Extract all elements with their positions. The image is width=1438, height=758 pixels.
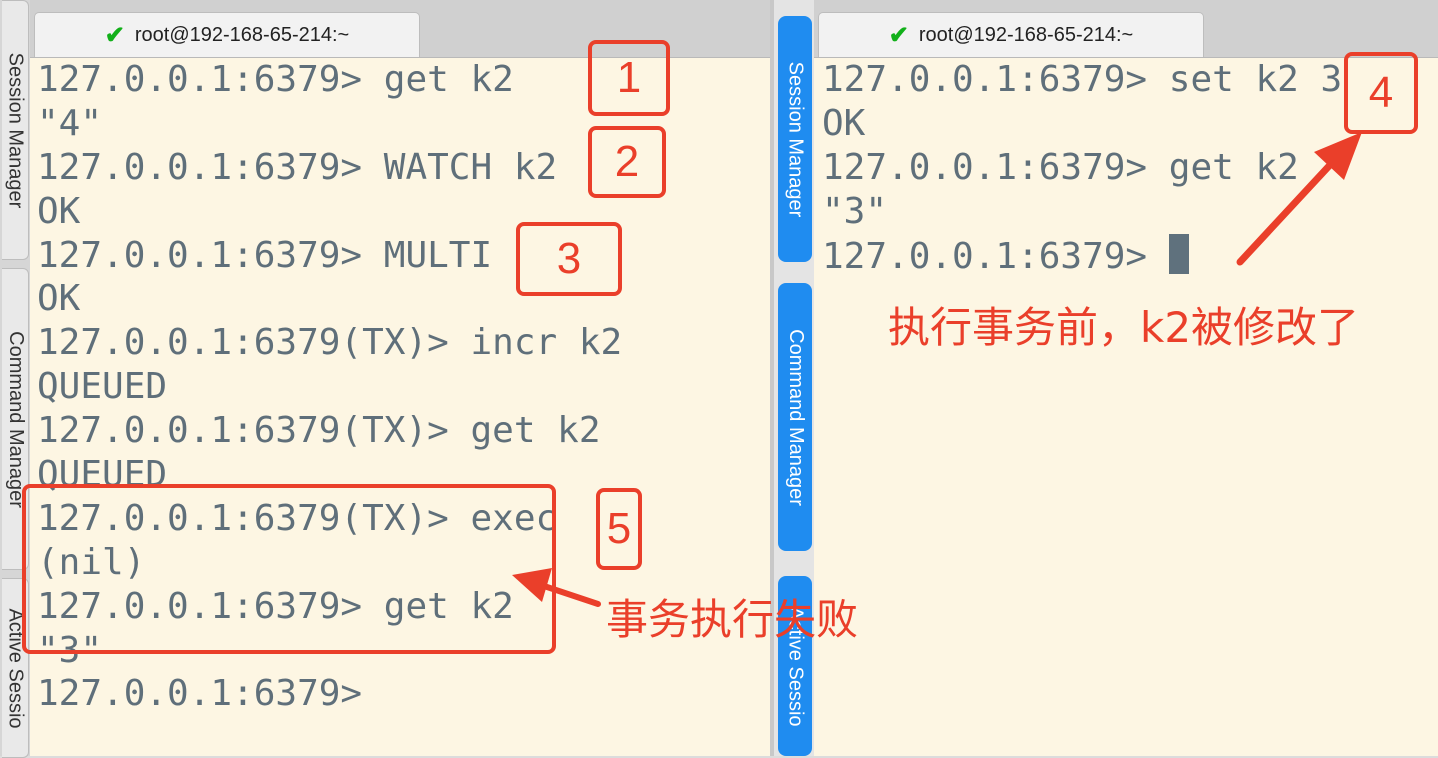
annotation-label-k2-modified: 执行事务前，k2被修改了 bbox=[888, 303, 1360, 352]
right-tab-bar: ✔ root@192-168-65-214:~ bbox=[814, 0, 1438, 58]
annotation-label-transaction-failed: 事务执行失败 bbox=[606, 595, 859, 644]
terminal-line: "3" bbox=[822, 190, 888, 232]
terminal-line: OK bbox=[37, 278, 81, 320]
checkmark-icon: ✔ bbox=[888, 21, 909, 49]
right-terminal-pane: Session Manager Command Manager Active S… bbox=[774, 0, 1438, 756]
annotation-step-2: 2 bbox=[588, 126, 666, 198]
right-session-tab-title: root@192-168-65-214:~ bbox=[918, 23, 1134, 46]
annotation-step-1: 1 bbox=[588, 40, 670, 116]
left-session-tab-title: root@192-168-65-214:~ bbox=[134, 23, 350, 46]
terminal-line: 127.0.0.1:6379> MULTI bbox=[37, 234, 493, 276]
terminal-prompt-line: 127.0.0.1:6379> bbox=[822, 233, 1438, 278]
annotation-step-3: 3 bbox=[516, 222, 622, 296]
right-session-manager-tab[interactable]: Session Manager bbox=[778, 16, 812, 262]
annotation-step-5: 5 bbox=[596, 488, 642, 570]
right-session-tab[interactable]: ✔ root@192-168-65-214:~ bbox=[818, 12, 1204, 57]
terminal-line: 127.0.0.1:6379(TX)> get k2 bbox=[37, 410, 601, 452]
annotation-step-4: 4 bbox=[1344, 52, 1418, 134]
terminal-cursor bbox=[1168, 233, 1189, 274]
terminal-prompt: 127.0.0.1:6379> bbox=[822, 235, 1169, 277]
right-terminal-output[interactable]: 127.0.0.1:6379> set k2 3 OK 127.0.0.1:63… bbox=[814, 58, 1438, 756]
left-session-tab[interactable]: ✔ root@192-168-65-214:~ bbox=[34, 12, 420, 57]
left-session-manager-tab[interactable]: Session Manager bbox=[2, 0, 29, 260]
terminal-line: 127.0.0.1:6379> get k2 bbox=[822, 146, 1299, 188]
annotation-highlight-exec-block bbox=[22, 484, 556, 654]
checkmark-icon: ✔ bbox=[104, 21, 125, 49]
terminal-line: 127.0.0.1:6379(TX)> incr k2 bbox=[37, 322, 623, 364]
right-command-manager-tab[interactable]: Command Manager bbox=[778, 283, 812, 551]
terminal-line: 127.0.0.1:6379> bbox=[37, 673, 363, 715]
terminal-line: QUEUED bbox=[37, 366, 168, 408]
